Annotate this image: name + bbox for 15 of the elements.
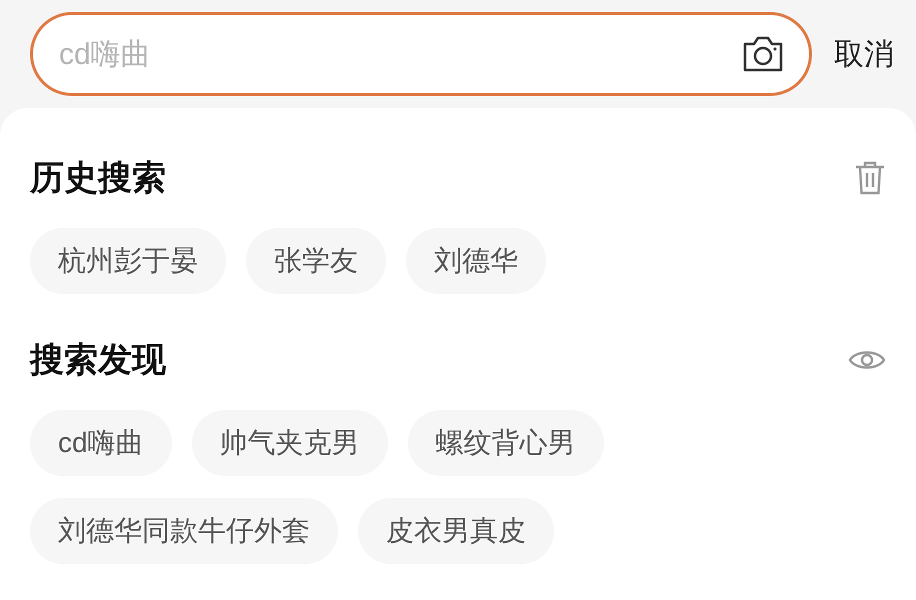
search-tag[interactable]: 螺纹背心男 (408, 410, 604, 476)
search-input: cd嗨曲 (59, 32, 741, 76)
search-tag[interactable]: 杭州彭于晏 (30, 228, 226, 294)
section-title: 搜索发现 (30, 340, 166, 380)
search-tag[interactable]: 刘德华同款牛仔外套 (30, 498, 338, 564)
cancel-button[interactable]: 取消 (834, 32, 894, 76)
section-title: 历史搜索 (30, 158, 166, 198)
search-field[interactable]: cd嗨曲 (30, 12, 812, 96)
trash-icon[interactable] (854, 160, 886, 196)
search-tag[interactable]: cd嗨曲 (30, 410, 172, 476)
search-tag[interactable]: 皮衣男真皮 (358, 498, 554, 564)
search-tag[interactable]: 帅气夹克男 (192, 410, 388, 476)
camera-icon[interactable] (741, 34, 785, 74)
search-tag[interactable]: 刘德华 (406, 228, 546, 294)
search-tag[interactable]: 张学友 (246, 228, 386, 294)
